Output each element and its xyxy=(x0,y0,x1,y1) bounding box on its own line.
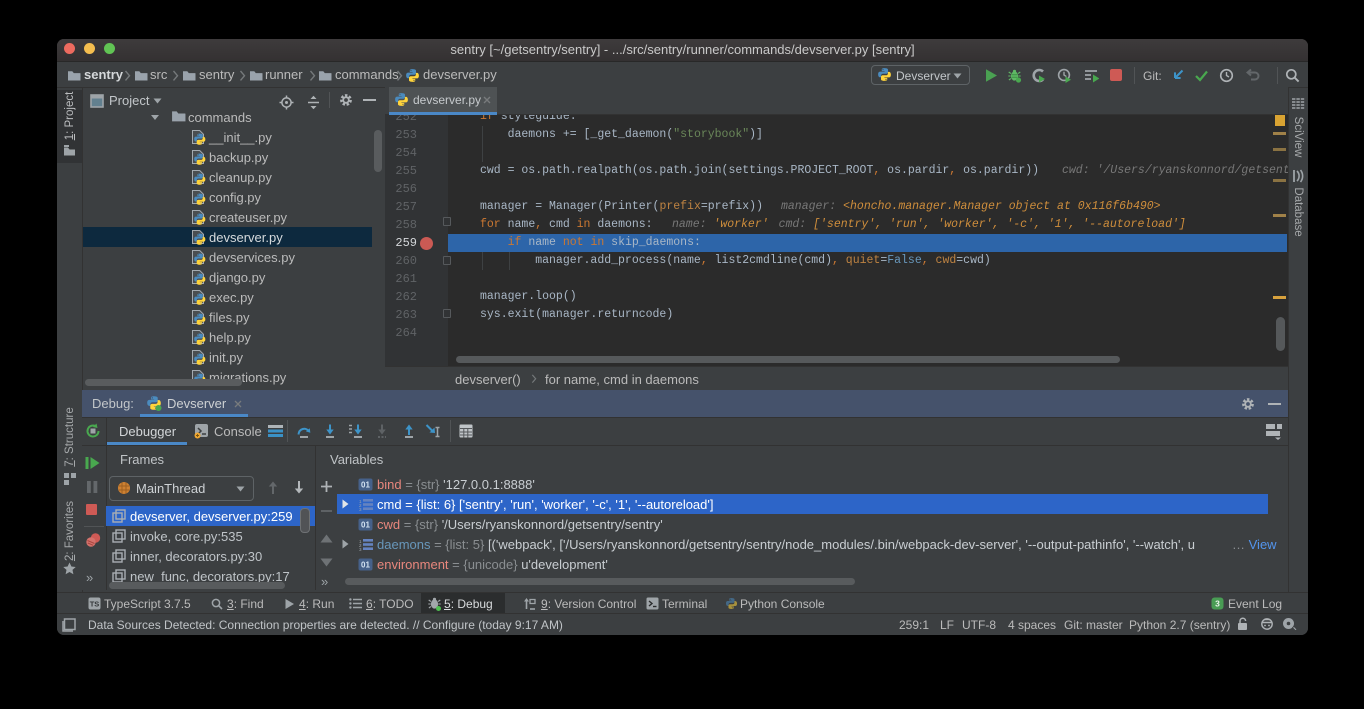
svg-text:01: 01 xyxy=(361,521,370,530)
svg-text:3: 3 xyxy=(359,547,362,551)
svg-text:01: 01 xyxy=(361,481,370,490)
svg-text:01: 01 xyxy=(361,561,370,570)
svg-text:TS: TS xyxy=(90,600,100,609)
svg-text:3: 3 xyxy=(359,507,362,511)
svg-text:3: 3 xyxy=(1215,599,1220,609)
